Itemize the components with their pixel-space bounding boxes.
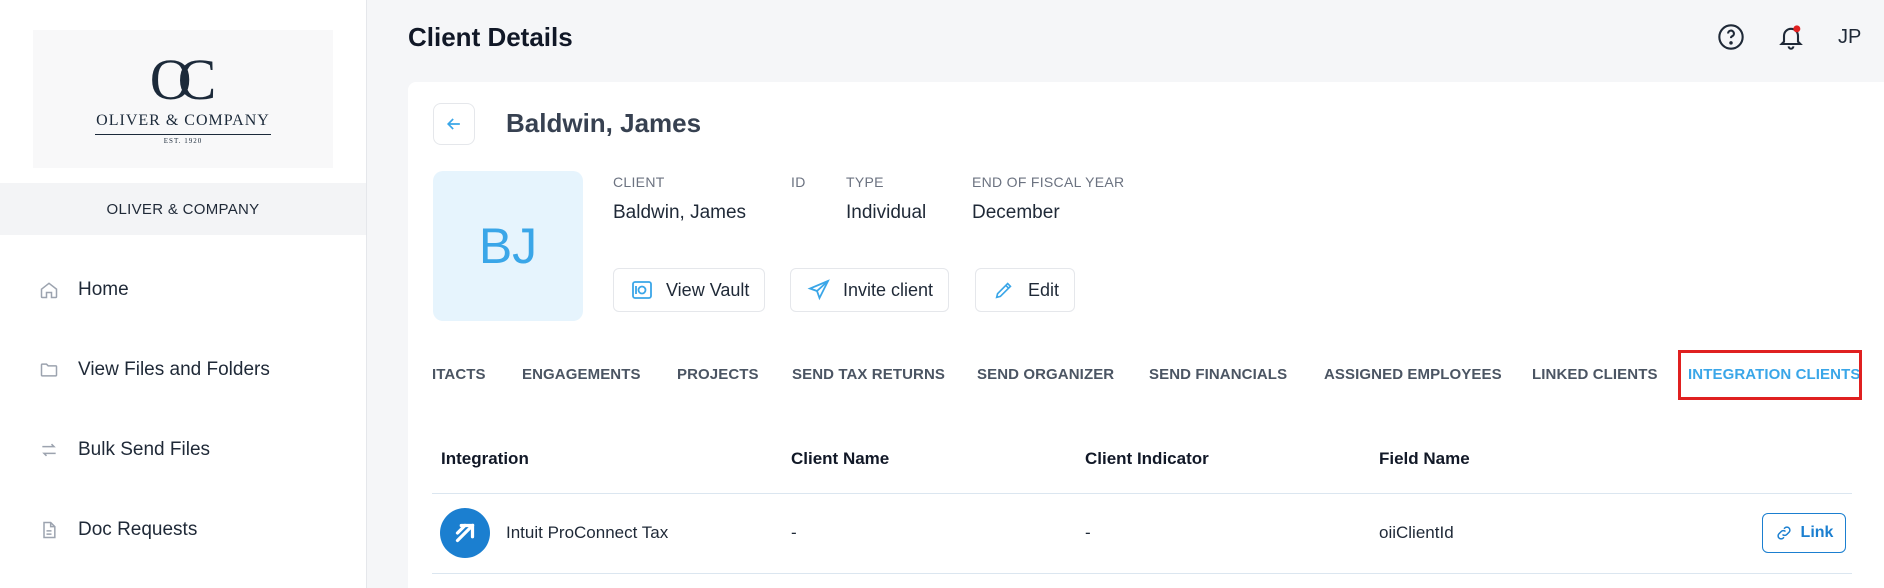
link-button[interactable]: Link: [1762, 513, 1846, 553]
client-name-cell: -: [791, 523, 797, 542]
company-name: OLIVER & COMPANY: [0, 183, 366, 235]
table-header-divider: [432, 493, 1852, 494]
user-avatar[interactable]: JP: [1838, 26, 1861, 49]
client-label: CLIENT: [613, 174, 665, 190]
column-header-client-name: Client Name: [791, 449, 890, 468]
intuit-proconnect-icon: [440, 508, 490, 558]
client-indicator-cell: -: [1085, 523, 1091, 542]
tab-engagements[interactable]: ENGAGEMENTS: [522, 348, 641, 400]
fiscal-year-value: December: [972, 202, 1060, 223]
client-value: Baldwin, James: [613, 202, 747, 223]
invite-client-label: Invite client: [843, 279, 934, 300]
type-value: Individual: [846, 202, 927, 223]
client-details-card: [408, 82, 1884, 588]
edit-label: Edit: [1028, 279, 1060, 300]
back-button[interactable]: [433, 103, 475, 145]
sidebar-item-label: View Files and Folders: [78, 359, 270, 380]
link-icon: [1775, 524, 1793, 542]
sidebar-item-doc-requests[interactable]: Doc Requests: [38, 510, 197, 550]
logo-monogram: OC: [149, 47, 216, 112]
tab-send-organizer[interactable]: SEND ORGANIZER: [977, 348, 1114, 400]
view-vault-label: View Vault: [666, 279, 750, 300]
view-vault-button[interactable]: View Vault: [613, 268, 766, 312]
sidebar-item-bulk-send[interactable]: Bulk Send Files: [38, 430, 210, 470]
company-logo[interactable]: OC OLIVER & COMPANY EST. 1920: [33, 30, 333, 168]
transfer-icon: [38, 439, 60, 461]
tab-send-financials[interactable]: SEND FINANCIALS: [1149, 348, 1287, 400]
tab-send-tax-returns[interactable]: SEND TAX RETURNS: [792, 348, 945, 400]
link-button-label: Link: [1800, 524, 1834, 541]
send-icon: [807, 278, 831, 302]
tab-contacts[interactable]: ITACTS: [432, 348, 486, 400]
edit-button[interactable]: Edit: [975, 268, 1076, 312]
sidebar-item-view-files[interactable]: View Files and Folders: [38, 350, 270, 390]
sidebar: OC OLIVER & COMPANY EST. 1920 OLIVER & C…: [0, 0, 367, 588]
client-avatar: BJ: [433, 171, 583, 321]
column-header-client-indicator: Client Indicator: [1085, 449, 1209, 468]
sidebar-item-home[interactable]: Home: [38, 270, 129, 310]
sidebar-item-label: Doc Requests: [78, 519, 198, 540]
type-label: TYPE: [846, 174, 884, 190]
tab-integration-clients[interactable]: INTEGRATION CLIENTS: [1688, 348, 1860, 400]
integration-name: Intuit ProConnect Tax: [506, 523, 669, 542]
column-header-integration: Integration: [441, 449, 529, 468]
id-label: ID: [791, 174, 806, 190]
tab-linked-clients[interactable]: LINKED CLIENTS: [1532, 348, 1658, 400]
sidebar-item-label: Home: [78, 279, 129, 300]
client-tabs: ITACTS ENGAGEMENTS PROJECTS SEND TAX RET…: [432, 348, 1860, 400]
fiscal-year-label: END OF FISCAL YEAR: [972, 174, 1125, 190]
tab-assigned-employees[interactable]: ASSIGNED EMPLOYEES: [1324, 348, 1502, 400]
client-name-heading: Baldwin, James: [506, 108, 702, 138]
column-header-field-name: Field Name: [1379, 449, 1470, 468]
folder-icon: [38, 359, 60, 381]
pencil-icon: [992, 278, 1016, 302]
home-icon: [38, 279, 60, 301]
document-icon: [38, 519, 60, 541]
page-title: Client Details: [408, 22, 573, 52]
tab-projects[interactable]: PROJECTS: [677, 348, 759, 400]
logo-divider: EST. 1920: [95, 134, 271, 146]
table-row-divider: [432, 573, 1852, 574]
sidebar-item-label: Bulk Send Files: [78, 439, 211, 460]
help-circle-icon[interactable]: [1716, 22, 1746, 52]
bell-icon[interactable]: [1776, 22, 1806, 52]
invite-client-button[interactable]: Invite client: [790, 268, 950, 312]
logo-est: EST. 1920: [163, 137, 203, 145]
logo-name: OLIVER & COMPANY: [96, 112, 270, 129]
vault-icon: [630, 278, 654, 302]
arrow-left-icon: [446, 118, 460, 130]
field-name-cell: oiiClientId: [1379, 523, 1454, 542]
